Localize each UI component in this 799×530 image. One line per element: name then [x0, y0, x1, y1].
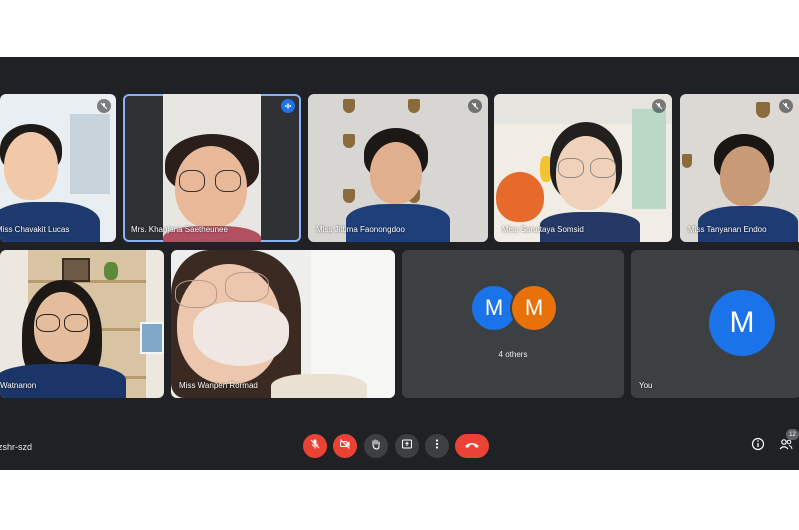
- more-options-button[interactable]: [425, 434, 449, 458]
- face: [370, 142, 422, 204]
- participant-tile[interactable]: Miss Jittima Faonongdoo: [308, 94, 488, 242]
- meeting-code: zshr-szd: [0, 442, 33, 452]
- self-tile[interactable]: M You: [631, 250, 799, 398]
- glasses: [64, 314, 88, 332]
- participant-tile[interactable]: Mrs. Khanjana Saetheunee: [123, 94, 301, 242]
- others-count-label: 4 others: [498, 350, 528, 359]
- glasses: [175, 280, 217, 308]
- participant-name: Miss Jittima Faonongdoo: [316, 225, 405, 234]
- glasses: [590, 158, 616, 178]
- speaking-indicator-icon: [281, 99, 295, 113]
- participant-video: [163, 94, 261, 242]
- self-avatar: M: [709, 290, 775, 356]
- people-button[interactable]: [778, 438, 794, 454]
- mic-muted-icon: [468, 99, 482, 113]
- shirt: [271, 374, 367, 398]
- mic-muted-icon: [652, 99, 666, 113]
- participant-tile[interactable]: Miss Tanyanan Endoo: [680, 94, 799, 242]
- participant-video: [494, 94, 672, 242]
- participant-video: [171, 250, 395, 398]
- participant-name: Mrs. Khanjana Saetheunee: [131, 225, 228, 234]
- participant-video: [680, 94, 799, 242]
- mic-off-icon: [309, 437, 321, 455]
- mic-toggle-button[interactable]: [303, 434, 327, 458]
- participant-tile[interactable]: Miss Wanpen Rormad: [171, 250, 395, 398]
- glasses: [215, 170, 241, 192]
- face: [4, 132, 58, 200]
- glasses: [225, 272, 269, 302]
- more-icon: [431, 437, 443, 455]
- participant-tile[interactable]: Watnanon: [0, 250, 164, 398]
- control-bar: zshr-szd 12: [0, 427, 799, 470]
- info-icon: [751, 437, 765, 456]
- mic-muted-icon: [97, 99, 111, 113]
- face: [720, 146, 770, 206]
- participant-name: Miss Tanyanan Endoo: [688, 225, 767, 234]
- participant-video: [308, 94, 488, 242]
- participant-video: [0, 94, 116, 242]
- participant-tile[interactable]: Miss Chavakit Lucas: [0, 94, 116, 242]
- glasses: [36, 314, 60, 332]
- participant-name: Watnanon: [0, 381, 37, 390]
- participant-avatar: M: [472, 286, 516, 330]
- participant-avatar: M: [512, 286, 556, 330]
- others-tile[interactable]: M M 4 others: [402, 250, 624, 398]
- shirt: [0, 202, 100, 242]
- raise-hand-icon: [370, 437, 382, 455]
- participant-name: Miss Chavakit Lucas: [0, 225, 70, 234]
- participant-name: Miss Saruttaya Somsid: [502, 225, 584, 234]
- participant-tile[interactable]: Miss Saruttaya Somsid: [494, 94, 672, 242]
- glasses: [179, 170, 205, 192]
- face-mask: [193, 302, 289, 366]
- camera-off-icon: [339, 437, 351, 455]
- meeting-info-button[interactable]: [750, 437, 766, 456]
- leave-call-button[interactable]: [455, 434, 489, 458]
- present-button[interactable]: [395, 434, 419, 458]
- mic-muted-icon: [779, 99, 793, 113]
- shirt: [346, 204, 450, 242]
- participant-name: Miss Wanpen Rormad: [179, 381, 258, 390]
- glasses: [558, 158, 584, 178]
- participant-count-badge: 12: [786, 429, 799, 440]
- shirt: [698, 206, 798, 242]
- camera-toggle-button[interactable]: [333, 434, 357, 458]
- raise-hand-button[interactable]: [364, 434, 388, 458]
- meet-window: Miss Chavakit Lucas Mrs. Khanjana Saethe…: [0, 57, 799, 470]
- participant-video: [0, 250, 164, 398]
- self-label: You: [639, 381, 653, 390]
- present-icon: [401, 437, 413, 455]
- end-call-icon: [464, 437, 480, 455]
